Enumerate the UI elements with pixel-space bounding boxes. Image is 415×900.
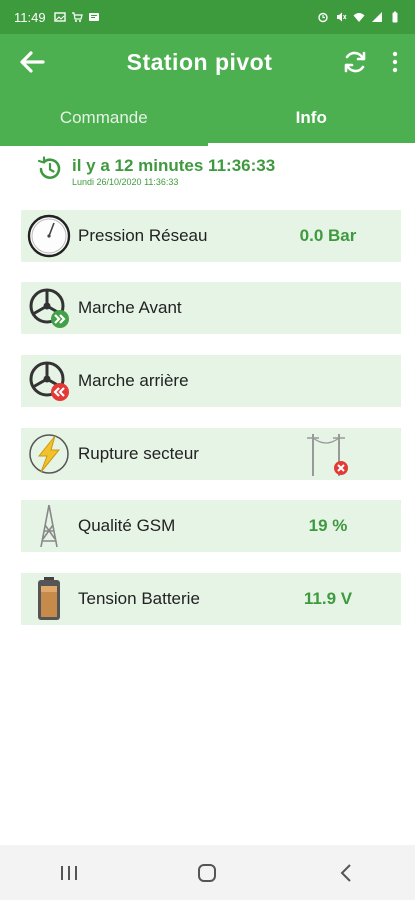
info-row-rupture-secteur: Rupture secteur xyxy=(21,428,401,480)
notification-icons xyxy=(53,11,100,23)
wifi-icon xyxy=(353,13,365,22)
alarm-icon xyxy=(318,12,328,23)
refresh-button[interactable] xyxy=(335,34,375,90)
row-value: 0.0 Bar xyxy=(299,226,357,245)
message-notification-icon xyxy=(88,13,99,21)
forward-wheel-icon xyxy=(25,284,73,332)
cart-notification-icon xyxy=(71,12,83,22)
back-nav-button[interactable] xyxy=(316,845,376,900)
home-icon xyxy=(198,863,217,882)
app-bar: Station pivot xyxy=(0,34,415,90)
last-update-relative: il y a 12 minutes 11:36:33 xyxy=(72,156,276,175)
info-row-tension-batterie: Tension Batterie 11.9 V xyxy=(21,573,401,625)
more-vert-icon xyxy=(392,51,398,73)
info-row-pression: Pression Réseau 0.0 Bar xyxy=(21,210,401,262)
status-time: 11:49 xyxy=(14,9,46,25)
row-label: Marche Avant xyxy=(78,298,182,317)
mute-icon xyxy=(337,12,347,22)
pressure-gauge-icon xyxy=(25,212,73,260)
last-update-date: Lundi 26/10/2020 11:36:33 xyxy=(72,177,179,187)
row-value: 11.9 V xyxy=(303,589,353,608)
signal-icon xyxy=(372,12,382,22)
system-icons xyxy=(317,11,401,23)
reverse-wheel-icon xyxy=(25,357,73,405)
battery-icon xyxy=(25,575,73,623)
status-bar: 11:49 xyxy=(0,0,415,34)
tab-info[interactable]: Info xyxy=(207,90,415,146)
last-update: il y a 12 minutes 11:36:33 Lundi 26/10/2… xyxy=(36,156,275,187)
info-row-marche-arriere: Marche arrière xyxy=(21,355,401,407)
info-row-qualite-gsm: Qualité GSM 19 % xyxy=(21,500,401,552)
arrow-left-icon xyxy=(20,51,45,73)
tab-bar: Commande Info xyxy=(0,90,415,146)
more-options-button[interactable] xyxy=(375,34,415,90)
image-notification-icon xyxy=(53,12,66,22)
tab-commande[interactable]: Commande xyxy=(0,90,208,146)
gsm-antenna-icon xyxy=(25,502,73,550)
lightning-icon xyxy=(25,430,73,478)
page-title: Station pivot xyxy=(126,48,273,75)
history-clock-icon xyxy=(37,156,61,179)
battery-status-icon xyxy=(392,11,398,23)
row-label: Tension Batterie xyxy=(78,589,200,608)
recent-apps-icon xyxy=(61,865,78,880)
row-label: Pression Réseau xyxy=(78,226,208,245)
row-label: Marche arrière xyxy=(78,371,189,390)
row-label: Rupture secteur xyxy=(78,444,199,463)
power-line-fault-icon xyxy=(278,430,378,478)
system-nav-bar xyxy=(0,845,415,900)
chevron-left-icon xyxy=(340,863,351,882)
back-button[interactable] xyxy=(4,34,60,90)
home-button[interactable] xyxy=(177,845,237,900)
recent-apps-button[interactable] xyxy=(39,845,99,900)
info-row-marche-avant: Marche Avant xyxy=(21,282,401,334)
row-label: Qualité GSM xyxy=(78,516,176,535)
row-value: 19 % xyxy=(308,516,348,535)
refresh-icon xyxy=(344,51,366,73)
